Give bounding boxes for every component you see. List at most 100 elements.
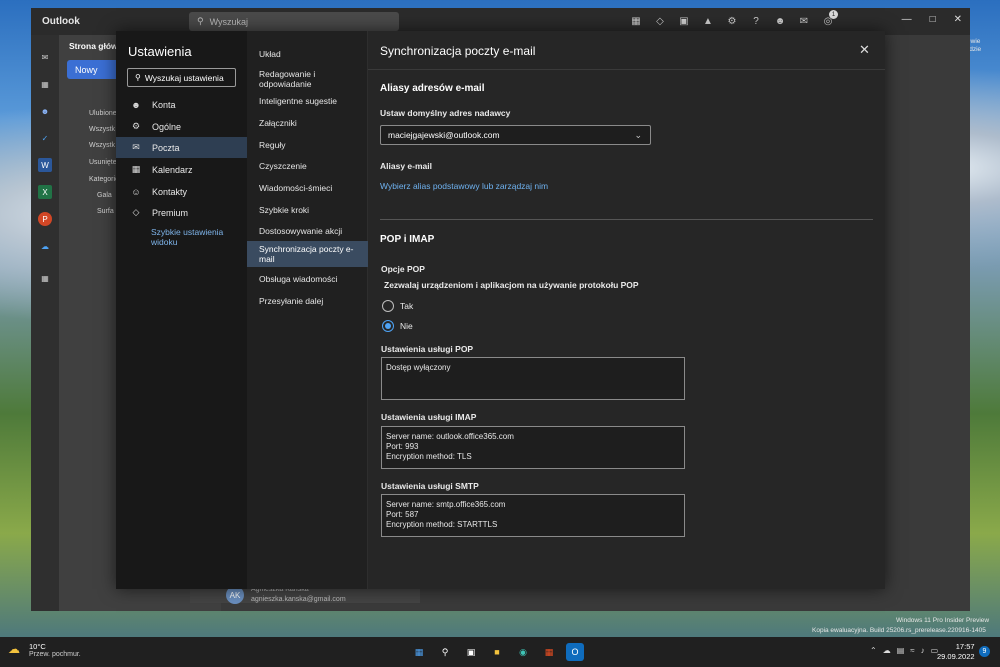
smtp-line: Server name: smtp.office365.com (386, 500, 506, 509)
close-icon[interactable]: ✕ (859, 42, 870, 58)
folder-item[interactable]: Wszystk (89, 126, 115, 133)
volume-icon[interactable]: ♪ (921, 646, 925, 655)
home-tab[interactable]: Strona głów (69, 41, 118, 51)
excel-icon[interactable]: X (38, 185, 52, 199)
subcategory-item[interactable]: Redagowanie i odpowiadanie (247, 68, 368, 90)
category-poczta[interactable]: ✉ Poczta (116, 137, 247, 158)
task-view-icon[interactable]: ▣ (462, 643, 480, 661)
time: 17:57 (955, 642, 975, 651)
radio-button[interactable] (382, 300, 394, 312)
wifi-icon[interactable]: ≈ (910, 646, 914, 655)
subcategory-item[interactable]: Dostosowywanie akcji (247, 225, 368, 237)
search-box[interactable]: ⚲ Wyszukaj (189, 12, 399, 31)
imap-settings-box[interactable]: Server name: outlook.office365.com Port:… (381, 426, 685, 469)
quick-settings-link[interactable]: Szybkie ustawienia widoku (151, 227, 241, 247)
search-icon: ⚲ (135, 73, 141, 82)
category-label: Kalendarz (152, 164, 193, 175)
category-premium[interactable]: ◇ Premium (116, 202, 247, 223)
category-kontakty[interactable]: ☺ Kontakty (116, 181, 247, 202)
radio-yes-label: Tak (400, 301, 414, 311)
store-icon[interactable]: ▦ (540, 643, 558, 661)
category-kalendarz[interactable]: ▦ Kalendarz (116, 159, 247, 180)
taskbar: ☁ 10°C Przew. pochmur. ▦ ⚲ ▣ ■ ◉ ▦ O ⌃ ☁… (0, 637, 1000, 667)
office-icon[interactable]: ▣ (677, 13, 691, 29)
subcategory-item[interactable]: Załączniki (247, 117, 368, 129)
subcategory-item[interactable]: Inteligentne sugestie (247, 95, 368, 107)
powerpoint-icon[interactable]: P (38, 212, 52, 226)
default-sender-value: maciejgajewski@outlook.com (388, 130, 500, 140)
account-email: agnieszka.kanska@gmail.com (251, 596, 346, 603)
temperature: 10°C (29, 642, 46, 651)
watermark-line: Windows 11 Pro Insider Preview (896, 617, 990, 624)
minimize-icon[interactable]: — (902, 14, 912, 25)
smtp-settings-box[interactable]: Server name: smtp.office365.com Port: 58… (381, 494, 685, 537)
date: 29.09.2022 (937, 652, 975, 661)
category-label: Ogólne (152, 121, 182, 132)
folder-item[interactable]: Usunięte (89, 159, 117, 166)
edge-icon[interactable]: ◉ (514, 643, 532, 661)
folder-item[interactable]: Surfa (97, 208, 114, 215)
todo-icon[interactable]: ✓ (38, 131, 52, 145)
default-sender-label: Ustaw domyślny adres nadawcy (380, 108, 511, 118)
pop-options-label: Opcje POP (381, 264, 425, 274)
subcategory-item[interactable]: Obsługa wiadomości (247, 273, 368, 285)
apps-grid-icon[interactable]: ▦ (629, 13, 643, 29)
radio-no[interactable]: Nie (382, 320, 413, 332)
subcategory-item-active[interactable]: Synchronizacja poczty e-mail (247, 241, 368, 267)
mail-icon: ✉ (132, 142, 140, 152)
app-title: Outlook (42, 16, 80, 27)
category-ogolne[interactable]: ⚙ Ogólne (116, 116, 247, 137)
diamond-icon[interactable]: ◇ (653, 13, 667, 29)
more-apps-icon[interactable]: ▦ (38, 271, 52, 285)
file-explorer-icon[interactable]: ■ (488, 643, 506, 661)
imap-line: Port: 993 (386, 442, 419, 451)
settings-search[interactable]: ⚲ Wyszukaj ustawienia (127, 68, 236, 87)
notification-center-badge[interactable]: 9 (979, 646, 990, 657)
search-icon[interactable]: ⚲ (436, 643, 454, 661)
feedback-icon[interactable]: ✉ (797, 13, 811, 29)
megaphone-icon[interactable]: ▲ (701, 13, 715, 29)
category-konta[interactable]: ☻ Konta (116, 94, 247, 115)
subcategory-item[interactable]: Przesyłanie dalej (247, 295, 368, 307)
word-icon[interactable]: W (38, 158, 52, 172)
weather-widget[interactable]: ☁ 10°C Przew. pochmur. (8, 642, 81, 658)
onedrive-icon[interactable]: ☁ (38, 239, 52, 253)
folder-item[interactable]: Ulubione (89, 110, 117, 117)
watermark-line: Kopia ewaluacyjna. Build 25206.rs_prerel… (812, 627, 986, 634)
mail-icon[interactable]: ✉ (38, 50, 52, 64)
close-window-icon[interactable]: ✕ (954, 14, 962, 25)
settings-icon[interactable]: ⚙ (725, 13, 739, 29)
notifications-icon[interactable]: ◎ 1 (821, 10, 838, 29)
radio-button-checked[interactable] (382, 320, 394, 332)
manage-aliases-link[interactable]: Wybierz alias podstawowy lub zarządzaj n… (380, 181, 548, 191)
default-sender-select[interactable]: maciejgajewski@outlook.com ⌄ (380, 125, 651, 145)
cloud-icon[interactable]: ☁ (883, 646, 891, 655)
folder-item[interactable]: Wszystk (89, 142, 115, 149)
chevron-up-icon[interactable]: ⌃ (870, 646, 877, 655)
subcategory-item[interactable]: Reguły (247, 139, 368, 151)
folder-item[interactable]: Kategorie (89, 176, 119, 183)
maximize-icon[interactable]: □ (930, 14, 936, 25)
network-icon[interactable]: ▤ (897, 646, 905, 655)
radio-no-label: Nie (400, 321, 413, 331)
help-icon[interactable]: ? (749, 13, 763, 29)
outlook-app-icon[interactable]: O (566, 643, 584, 661)
folder-item[interactable]: Gala (97, 192, 112, 199)
pop-settings-label: Ustawienia usługi POP (381, 344, 474, 354)
subcategory-item[interactable]: Wiadomości-śmieci (247, 182, 368, 194)
pop-settings-box[interactable]: Dostęp wyłączony (381, 357, 685, 400)
start-icon[interactable]: ▦ (410, 643, 428, 661)
imap-line: Server name: outlook.office365.com (386, 432, 514, 441)
divider (368, 69, 885, 70)
people-icon[interactable]: ☻ (773, 13, 787, 29)
person-icon: ☻ (131, 99, 141, 110)
calendar-icon[interactable]: ▦ (38, 77, 52, 91)
subcategory-item[interactable]: Układ (247, 48, 368, 60)
radio-yes[interactable]: Tak (382, 300, 413, 312)
app-rail: ✉ ▦ ☻ ✓ W X P ☁ ▦ (31, 35, 59, 611)
clock[interactable]: 17:57 29.09.2022 (937, 642, 975, 662)
subcategory-item[interactable]: Czyszczenie (247, 160, 368, 172)
people-icon[interactable]: ☻ (38, 104, 52, 118)
contacts-icon: ☺ (131, 186, 141, 197)
subcategory-item[interactable]: Szybkie kroki (247, 204, 368, 216)
